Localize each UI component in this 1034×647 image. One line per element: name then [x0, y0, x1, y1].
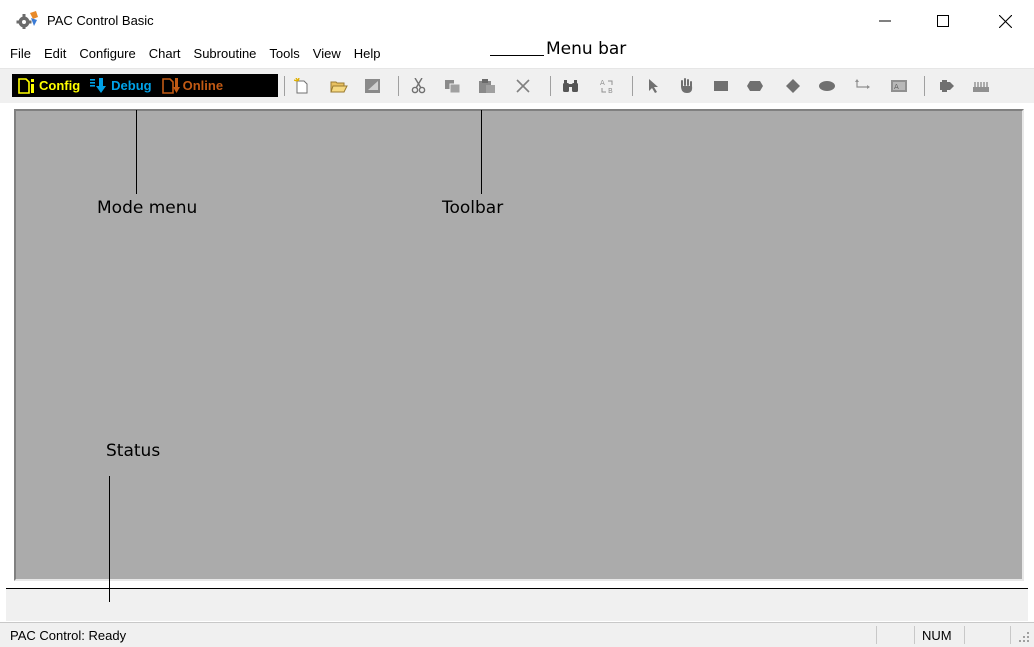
minimize-button[interactable]: [862, 6, 908, 36]
cut-icon[interactable]: [410, 78, 428, 94]
mode-menu: Config Debug Online: [12, 74, 278, 97]
mode-menu-callout-line: [136, 110, 137, 194]
text-icon[interactable]: A: [890, 78, 908, 94]
num-lock-indicator: NUM: [922, 628, 952, 643]
maximize-button[interactable]: [920, 6, 966, 36]
zoom-icon[interactable]: [938, 78, 956, 94]
svg-text:B: B: [608, 87, 613, 94]
menu-chart[interactable]: Chart: [149, 45, 181, 63]
config-mode-icon: [18, 77, 34, 94]
connect-icon[interactable]: [854, 78, 872, 94]
maximize-icon: [937, 15, 949, 27]
mode-debug-label: Debug: [111, 78, 152, 93]
mode-debug-button[interactable]: Debug: [84, 77, 155, 94]
minimize-icon: [879, 20, 891, 22]
status-bar: PAC Control: Ready NUM: [0, 622, 1034, 647]
menu-configure[interactable]: Configure: [79, 45, 135, 63]
status-pane-divider: [876, 626, 877, 644]
menu-edit[interactable]: Edit: [44, 45, 66, 63]
toolbar-callout: Toolbar: [442, 198, 504, 218]
paste-icon[interactable]: [478, 78, 496, 94]
menu-bar: File Edit Configure Chart Subroutine Too…: [10, 45, 393, 63]
window-title: PAC Control Basic: [47, 13, 154, 28]
toolbar-separator: [398, 76, 399, 96]
toolbar-separator: [550, 76, 551, 96]
status-pane-divider: [964, 626, 965, 644]
close-button[interactable]: [982, 6, 1028, 36]
toolbar-separator: [924, 76, 925, 96]
menu-tools[interactable]: Tools: [269, 45, 299, 63]
status-callout-line: [109, 476, 110, 602]
mode-config-label: Config: [39, 78, 81, 93]
close-icon: [998, 14, 1012, 28]
mode-online-button[interactable]: Online: [156, 77, 227, 94]
open-icon[interactable]: [330, 78, 348, 94]
chart-workspace[interactable]: [14, 109, 1024, 581]
menu-help[interactable]: Help: [354, 45, 381, 63]
new-icon[interactable]: [294, 78, 312, 94]
find-icon[interactable]: [562, 78, 580, 94]
mode-config-button[interactable]: Config: [12, 77, 84, 94]
online-mode-icon: [161, 77, 180, 94]
action-block-icon[interactable]: [712, 78, 730, 94]
save-icon[interactable]: [364, 78, 382, 94]
hand-icon[interactable]: [678, 78, 696, 94]
delete-icon[interactable]: [514, 78, 532, 94]
app-window: PAC Control Basic File Edit Configure Ch…: [0, 0, 1034, 647]
svg-text:A: A: [894, 83, 899, 91]
menu-bar-callout-line: [490, 55, 544, 56]
continue-block-icon[interactable]: [818, 78, 836, 94]
gear-app-icon: [16, 11, 38, 29]
status-text: PAC Control: Ready: [10, 628, 127, 643]
select-icon[interactable]: [644, 78, 662, 94]
mode-menu-callout: Mode menu: [97, 198, 198, 218]
debug-mode-icon: [90, 77, 107, 93]
replace-icon[interactable]: A B: [598, 78, 616, 94]
toolbar-separator: [632, 76, 633, 96]
toolbar-separator: [284, 76, 285, 96]
menu-view[interactable]: View: [313, 45, 341, 63]
resize-grip-icon[interactable]: [1018, 631, 1030, 643]
decision-icon[interactable]: [784, 78, 802, 94]
menu-bar-callout: Menu bar: [546, 39, 627, 59]
toolbar: Config Debug Online A B A: [0, 68, 1034, 103]
menu-subroutine[interactable]: Subroutine: [194, 45, 257, 63]
svg-text:A: A: [600, 79, 605, 87]
menu-file[interactable]: File: [10, 45, 31, 63]
condition-block-icon[interactable]: [746, 78, 764, 94]
title-bar[interactable]: PAC Control Basic: [0, 0, 1034, 40]
status-pane-divider: [1010, 626, 1011, 644]
copy-icon[interactable]: [444, 78, 462, 94]
toolbar-callout-line: [481, 110, 482, 194]
status-pane-divider: [914, 626, 915, 644]
mode-online-label: Online: [182, 78, 224, 93]
io-icon[interactable]: [972, 78, 990, 94]
status-callout: Status: [106, 441, 161, 461]
output-panel: [6, 588, 1028, 621]
